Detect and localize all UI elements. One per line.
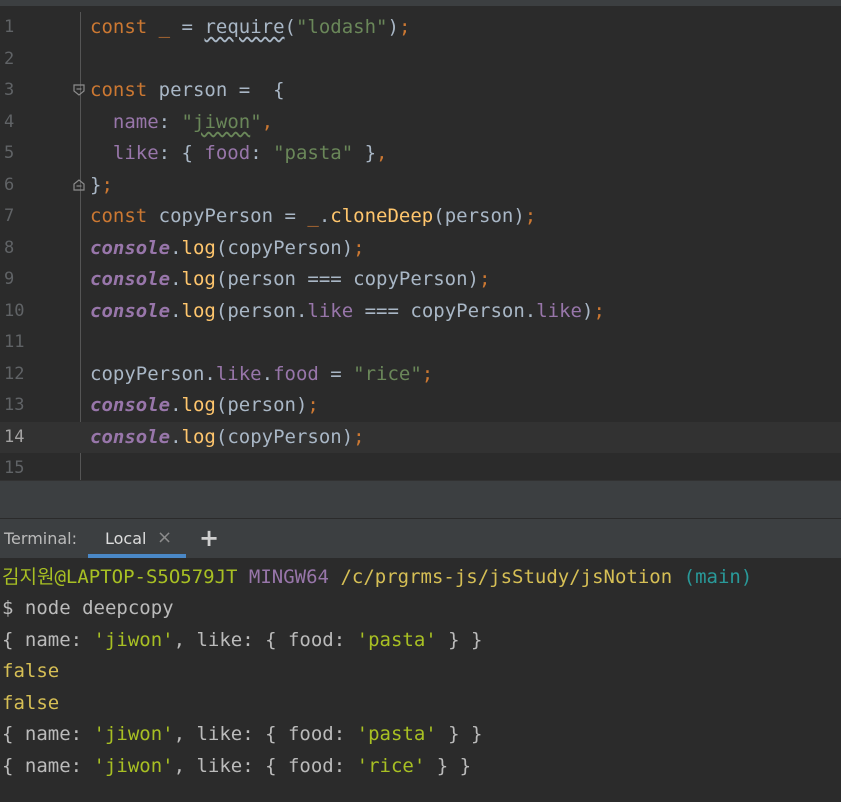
code-line-10[interactable]: 10 console.log(person.like === copyPerso… bbox=[0, 296, 841, 327]
terminal-tab-bar: Terminal: Local × + bbox=[0, 518, 841, 558]
terminal-output-line: { name: 'jiwon', like: { food: 'rice' } … bbox=[2, 755, 472, 777]
terminal-output-line: false bbox=[2, 660, 60, 682]
code-line-6[interactable]: 6 }; bbox=[0, 170, 841, 201]
terminal-output-line: { name: 'jiwon', like: { food: 'pasta' }… bbox=[2, 629, 483, 651]
terminal-command-line: $ node deepcopy bbox=[2, 597, 174, 619]
fold-expand-icon[interactable] bbox=[73, 179, 85, 191]
tab-local-label: Local bbox=[105, 529, 147, 548]
panel-splitter[interactable] bbox=[0, 480, 841, 518]
line-number: 9 bbox=[4, 269, 15, 289]
add-tab-icon[interactable]: + bbox=[199, 524, 219, 552]
code-line-13[interactable]: 13 console.log(person); bbox=[0, 390, 841, 421]
code-line-5[interactable]: 5 like: { food: "pasta" }, bbox=[0, 138, 841, 169]
code-line-1[interactable]: 1 const _ = require("lodash"); bbox=[0, 12, 841, 43]
line-number: 7 bbox=[4, 206, 15, 226]
terminal-label: Terminal: bbox=[4, 529, 78, 548]
code-text: name: "jiwon", bbox=[112, 111, 274, 133]
code-text: console.log(copyPerson); bbox=[90, 426, 365, 448]
code-text: console.log(person.like === copyPerson.l… bbox=[90, 300, 605, 322]
code-text: const copyPerson = _.cloneDeep(person); bbox=[90, 205, 537, 227]
code-line-12[interactable]: 12 copyPerson.like.food = "rice"; bbox=[0, 359, 841, 390]
terminal-output-line: { name: 'jiwon', like: { food: 'pasta' }… bbox=[2, 723, 483, 745]
line-number: 3 bbox=[4, 80, 15, 100]
line-number: 1 bbox=[4, 17, 15, 37]
line-number: 6 bbox=[4, 175, 15, 195]
code-text: console.log(copyPerson); bbox=[90, 237, 365, 259]
tab-local[interactable]: Local × bbox=[88, 519, 186, 558]
line-number: 2 bbox=[4, 49, 15, 69]
terminal-prompt-line: 김지원@LAPTOP-S5O579JT MINGW64 /c/prgrms-js… bbox=[2, 566, 753, 588]
line-number: 8 bbox=[4, 238, 15, 258]
code-line-14-current[interactable]: 14 console.log(copyPerson); bbox=[0, 422, 841, 453]
terminal-output-line: false bbox=[2, 692, 60, 714]
line-number: 4 bbox=[4, 112, 15, 132]
line-number: 12 bbox=[4, 364, 25, 384]
code-text: console.log(person); bbox=[90, 394, 319, 416]
line-number: 14 bbox=[4, 427, 25, 447]
fold-collapse-icon[interactable] bbox=[73, 84, 85, 96]
code-editor[interactable]: 1 const _ = require("lodash"); 2 3 const… bbox=[0, 0, 841, 486]
code-text: copyPerson.like.food = "rice"; bbox=[90, 363, 434, 385]
code-line-11[interactable]: 11 bbox=[0, 327, 841, 358]
code-text: console.log(person === copyPerson); bbox=[90, 268, 491, 290]
line-number: 11 bbox=[4, 332, 25, 352]
code-line-9[interactable]: 9 console.log(person === copyPerson); bbox=[0, 264, 841, 295]
code-text: const person = { bbox=[90, 79, 285, 101]
code-text: const _ = require("lodash"); bbox=[90, 16, 411, 38]
line-number: 5 bbox=[4, 143, 15, 163]
code-text: }; bbox=[90, 174, 113, 196]
line-number: 13 bbox=[4, 395, 25, 415]
code-line-3[interactable]: 3 const person = { bbox=[0, 75, 841, 106]
code-line-8[interactable]: 8 console.log(copyPerson); bbox=[0, 233, 841, 264]
close-icon[interactable]: × bbox=[157, 527, 172, 548]
code-line-4[interactable]: 4 name: "jiwon", bbox=[0, 107, 841, 138]
code-line-7[interactable]: 7 const copyPerson = _.cloneDeep(person)… bbox=[0, 201, 841, 232]
line-number: 10 bbox=[4, 301, 25, 321]
code-text: like: { food: "pasta" }, bbox=[112, 142, 388, 164]
terminal-output[interactable]: 김지원@LAPTOP-S5O579JT MINGW64 /c/prgrms-js… bbox=[0, 558, 841, 802]
code-line-2[interactable]: 2 bbox=[0, 44, 841, 75]
